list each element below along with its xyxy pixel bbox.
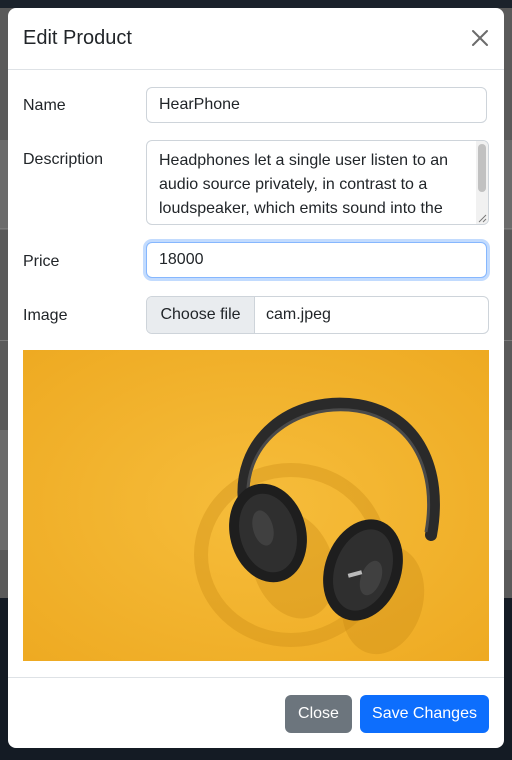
description-textarea[interactable]: Headphones let a single user listen to a… <box>146 140 489 225</box>
product-image-preview <box>23 350 489 661</box>
resize-handle-icon[interactable] <box>477 213 487 223</box>
file-name: cam.jpeg <box>266 306 331 323</box>
edit-product-modal: Edit Product Name Description Headphones… <box>8 8 504 748</box>
description-text: Headphones let a single user listen to a… <box>159 152 449 217</box>
close-button[interactable]: Close <box>285 695 352 733</box>
choose-file-button[interactable]: Choose file <box>147 297 255 333</box>
name-label: Name <box>23 97 66 114</box>
name-input[interactable] <box>146 87 487 123</box>
price-label: Price <box>23 253 60 270</box>
save-changes-button[interactable]: Save Changes <box>360 695 489 733</box>
headphones-image <box>23 350 489 661</box>
scrollbar-thumb[interactable] <box>478 144 486 192</box>
image-label: Image <box>23 307 68 324</box>
textarea-scrollbar[interactable] <box>476 141 488 224</box>
modal-footer: Close Save Changes <box>8 677 504 748</box>
image-file-input[interactable]: Choose file cam.jpeg <box>146 296 489 334</box>
close-x-icon[interactable] <box>470 28 490 48</box>
modal-title: Edit Product <box>23 27 132 49</box>
price-input[interactable] <box>146 242 487 278</box>
description-label: Description <box>23 151 104 168</box>
modal-header: Edit Product <box>8 8 504 70</box>
page-navbar <box>0 0 512 8</box>
